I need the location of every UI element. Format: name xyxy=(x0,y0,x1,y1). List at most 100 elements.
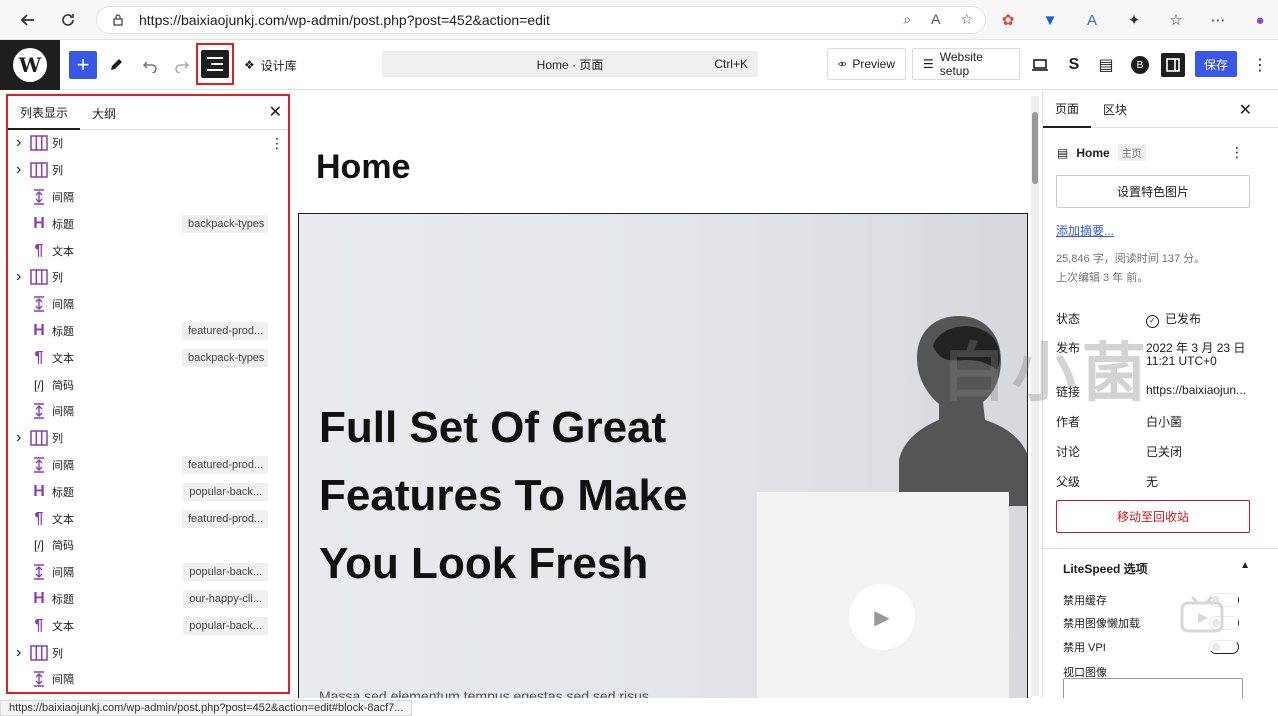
undo-button[interactable] xyxy=(138,49,162,81)
options-menu-button[interactable]: ⋮ xyxy=(1248,53,1272,77)
extension-translate-icon[interactable]: A xyxy=(1079,8,1105,32)
wordpress-logo[interactable]: W xyxy=(0,40,60,90)
paragraph-icon: ¶ xyxy=(34,509,44,527)
website-setup-button[interactable]: ☰ Website setup xyxy=(912,48,1020,80)
list-view-item[interactable]: H 标题 backpack-types xyxy=(8,210,288,237)
command-palette-button[interactable]: Home · 页面 Ctrl+K xyxy=(382,51,758,77)
close-icon[interactable]: ✕ xyxy=(269,102,282,122)
url-text: https://baixiaojunkj.com/wp-admin/post.p… xyxy=(139,12,550,28)
status-value: 已发布 xyxy=(1165,312,1202,326)
more-icon[interactable]: ⋯ xyxy=(1205,8,1231,32)
extension-flower-icon[interactable]: ✿ xyxy=(995,8,1021,32)
list-view-item[interactable]: 间隔 xyxy=(8,184,288,211)
hero-paragraph[interactable]: Massa sed elementum tempus egestas sed s… xyxy=(319,688,649,698)
list-view-button[interactable] xyxy=(196,43,234,85)
list-view-icon xyxy=(201,50,229,78)
close-icon[interactable]: ✕ xyxy=(1239,100,1252,120)
page-title[interactable]: Home xyxy=(316,148,410,187)
list-view-item-label: 列 xyxy=(52,165,63,178)
tab-block[interactable]: 区块 xyxy=(1091,90,1139,128)
list-view-tree: › 列 ⋮ › 列间隔 H 标题 backpack-types ¶ 文本 › 列间隔 H 标题 featur… xyxy=(8,130,288,692)
list-view-item[interactable]: 间隔 featured-prod... xyxy=(8,452,288,479)
extension-shield-icon[interactable]: ▼ xyxy=(1037,8,1063,32)
settings-row-value[interactable]: ✓ 已发布 xyxy=(1146,310,1201,328)
list-view-item[interactable]: ¶ 文本 featured-prod... xyxy=(8,505,288,532)
plugin-button[interactable]: B xyxy=(1128,53,1152,77)
list-view-item[interactable]: H 标题 popular-back... xyxy=(8,478,288,505)
list-view-item[interactable]: 间隔 xyxy=(8,291,288,318)
read-aloud-icon[interactable]: A xyxy=(931,11,940,28)
list-view-item[interactable]: ¶ 文本 xyxy=(8,237,288,264)
hero-cover-block[interactable]: Full Set Of Great Features To Make You L… xyxy=(298,213,1028,698)
video-block[interactable]: ▶ xyxy=(757,492,1009,698)
address-bar[interactable]: https://baixiaojunkj.com/wp-admin/post.p… xyxy=(96,6,986,34)
move-to-trash-button[interactable]: 移动至回收站 xyxy=(1056,500,1250,533)
anchor-badge: popular-back... xyxy=(183,482,268,501)
settings-row-label: 作者 xyxy=(1056,415,1081,429)
anchor-badge: popular-back... xyxy=(183,563,268,582)
litespeed-option-label: 禁用 VPI xyxy=(1063,642,1106,654)
list-view-item[interactable]: 间隔 xyxy=(8,666,288,692)
list-view-item[interactable]: ¶ 文本 backpack-types xyxy=(8,344,288,371)
list-view-item[interactable]: › 列 ⋮ xyxy=(8,130,288,157)
pencil-icon xyxy=(111,59,122,70)
redo-button[interactable] xyxy=(170,49,194,81)
list-view-item[interactable]: › 列 xyxy=(8,639,288,666)
stackable-button[interactable]: S xyxy=(1062,53,1086,77)
settings-row-value[interactable]: 无 xyxy=(1146,473,1158,490)
hero-heading[interactable]: Full Set Of Great Features To Make You L… xyxy=(319,394,739,598)
back-button[interactable] xyxy=(8,0,48,40)
zoom-icon[interactable]: ⌕ xyxy=(903,11,911,28)
tools-button[interactable] xyxy=(104,49,128,81)
tab-outline[interactable]: 大纲 xyxy=(80,96,128,130)
settings-row-value[interactable]: 11:21 UTC+0 xyxy=(1146,354,1217,368)
scroll-thumb[interactable] xyxy=(1032,112,1038,184)
add-block-button[interactable]: + xyxy=(69,51,97,79)
homepage-badge: 主页 xyxy=(1117,144,1146,161)
copilot-icon[interactable]: ● xyxy=(1247,8,1273,32)
tab-page[interactable]: 页面 xyxy=(1043,90,1092,128)
design-library-button[interactable]: ❖ 设计库 xyxy=(244,49,297,81)
chevron-right-icon[interactable]: › xyxy=(16,429,26,447)
chevron-up-icon[interactable]: ▲ xyxy=(1240,560,1250,571)
list-view-item[interactable]: › 列 xyxy=(8,157,288,184)
editor-canvas[interactable]: Home Full Set Of Great Features To Make … xyxy=(298,90,1040,698)
list-view-item[interactable]: H 标题 our-happy-cli... xyxy=(8,586,288,613)
chevron-right-icon[interactable]: › xyxy=(16,134,26,152)
spacer-icon xyxy=(30,402,48,420)
list-view-item[interactable]: 间隔 xyxy=(8,398,288,425)
device-preview-button[interactable] xyxy=(1028,53,1052,77)
list-view-item[interactable]: 间隔 popular-back... xyxy=(8,559,288,586)
litespeed-panel-title[interactable]: LiteSpeed 选项 xyxy=(1063,560,1148,577)
settings-row-value[interactable]: https://baixiaojun... xyxy=(1146,383,1246,397)
favorite-star-icon[interactable]: ☆ xyxy=(960,11,973,28)
reload-button[interactable] xyxy=(48,0,88,40)
preview-button[interactable]: Preview xyxy=(827,48,906,80)
list-view-item[interactable]: › 列 xyxy=(8,264,288,291)
list-view-item[interactable]: H 标题 featured-prod... xyxy=(8,318,288,345)
list-view-item[interactable]: [/] 简码 xyxy=(8,371,288,398)
wordpress-icon: W xyxy=(13,48,47,82)
chevron-right-icon[interactable]: › xyxy=(16,268,26,286)
chevron-right-icon[interactable]: › xyxy=(16,161,26,179)
word-count: 25,846 字，阅读时间 137 分。 xyxy=(1056,253,1206,265)
list-view-item[interactable]: › 列 xyxy=(8,425,288,452)
chevron-right-icon[interactable]: › xyxy=(16,644,26,662)
favorites-icon[interactable]: ☆ xyxy=(1163,8,1189,32)
play-icon[interactable]: ▶ xyxy=(849,584,915,650)
extensions-puzzle-icon[interactable]: ✦ xyxy=(1121,8,1147,32)
browser-toolbar: https://baixiaojunkj.com/wp-admin/post.p… xyxy=(0,0,1278,40)
settings-sidebar-toggle[interactable] xyxy=(1161,53,1185,77)
vertical-dots-icon[interactable]: ⋮ xyxy=(1230,144,1244,161)
vertical-dots-icon[interactable]: ⋮ xyxy=(270,135,284,152)
settings-row-value[interactable]: 白小菌 xyxy=(1146,413,1182,430)
set-featured-image-button[interactable]: 设置特色图片 xyxy=(1056,175,1250,208)
document-overview-button[interactable]: ▤ xyxy=(1094,53,1118,77)
list-view-item[interactable]: ¶ 文本 popular-back... xyxy=(8,612,288,639)
viewport-images-textarea[interactable] xyxy=(1063,678,1243,698)
add-excerpt-link[interactable]: 添加摘要... xyxy=(1056,222,1114,239)
tab-list-view[interactable]: 列表显示 xyxy=(8,96,81,130)
settings-row-value[interactable]: 已关闭 xyxy=(1146,443,1182,460)
list-view-item[interactable]: [/] 简码 xyxy=(8,532,288,559)
save-button[interactable]: 保存 xyxy=(1195,51,1237,77)
